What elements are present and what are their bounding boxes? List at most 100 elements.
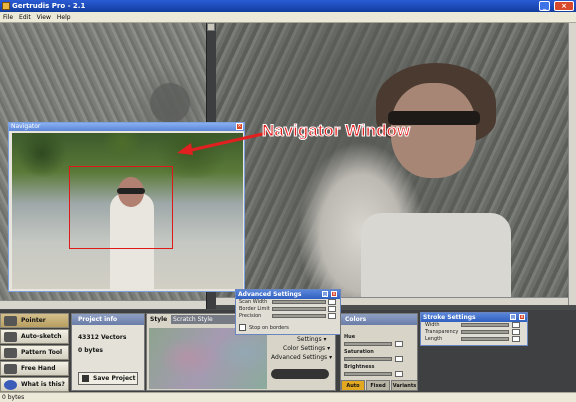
tool-label: What is this? — [21, 381, 65, 388]
scan-width-label: Scan Width — [239, 299, 268, 305]
tool-pointer[interactable]: Pointer — [0, 313, 69, 328]
menu-edit[interactable]: Edit — [16, 12, 34, 23]
pattern-icon — [4, 348, 17, 358]
close-icon[interactable]: × — [519, 314, 525, 320]
precision-label: Precision — [239, 313, 262, 319]
menu-bar: File Edit View Help — [0, 12, 576, 23]
save-icon — [82, 375, 89, 382]
style-label: Style — [150, 316, 168, 323]
stroke-settings-title: Stroke Settings — [423, 314, 476, 321]
saturation-label: Saturation — [344, 349, 374, 355]
width-value[interactable] — [512, 322, 520, 328]
tool-label: Pattern Tool — [21, 349, 63, 356]
project-info-panel: Project info 43312 Vectors 0 bytes Save … — [71, 313, 145, 391]
vector-count: 43312 Vectors — [78, 334, 127, 341]
minimize-icon[interactable]: _ — [322, 291, 328, 297]
left-hscrollbar[interactable] — [0, 300, 213, 309]
tool-pattern[interactable]: Pattern Tool — [0, 345, 69, 360]
advanced-settings-header[interactable]: Advanced Settings _ × — [236, 290, 340, 299]
length-value[interactable] — [512, 336, 520, 342]
app-icon — [2, 2, 10, 10]
tool-label: Free Hand — [21, 365, 56, 372]
style-select[interactable]: Scratch Style — [171, 315, 237, 324]
question-icon — [4, 380, 17, 390]
stroke-preview — [271, 369, 329, 379]
menu-help[interactable]: Help — [54, 12, 74, 23]
save-label: Save Project — [93, 375, 136, 382]
status-text: 0 bytes — [2, 394, 25, 401]
saturation-slider[interactable] — [344, 357, 392, 361]
minimize-icon[interactable]: _ — [510, 314, 516, 320]
chevron-down-icon: ▾ — [329, 354, 333, 361]
colors-panel: Colors Hue Saturation Brightness Auto Fi… — [340, 313, 418, 391]
window-title: Gertrudis Pro - 2.1 — [12, 2, 86, 10]
advanced-settings-menu[interactable]: Advanced Settings ▾ — [271, 354, 332, 361]
saturation-value[interactable] — [395, 356, 403, 362]
brightness-value[interactable] — [395, 371, 403, 377]
scan-width-value[interactable] — [328, 299, 336, 305]
scan-width-slider[interactable] — [272, 300, 326, 304]
transparency-label: Transparency — [425, 329, 459, 335]
splitter-knob[interactable] — [207, 23, 215, 31]
stroke-settings-window[interactable]: Stroke Settings _ × Width Transparency L… — [420, 312, 528, 346]
brightness-slider[interactable] — [344, 372, 392, 376]
painting-canvas[interactable] — [216, 23, 576, 305]
stroke-settings-header[interactable]: Stroke Settings _ × — [421, 313, 527, 322]
color-settings-label: Color Settings — [283, 345, 326, 352]
navigator-title: Navigator — [11, 123, 41, 130]
tool-label: Pointer — [21, 317, 46, 324]
precision-value[interactable] — [328, 313, 336, 319]
tool-help[interactable]: What is this? — [0, 377, 69, 392]
status-bar: 0 bytes — [0, 392, 576, 402]
colors-title: Colors — [341, 314, 417, 325]
tool-auto-sketch[interactable]: Auto-sketch Too — [0, 329, 69, 353]
menu-view[interactable]: View — [34, 12, 54, 23]
hue-slider[interactable] — [344, 342, 392, 346]
hue-value[interactable] — [395, 341, 403, 347]
width-slider[interactable] — [461, 323, 509, 327]
blurred-figure — [150, 83, 190, 123]
chevron-down-icon: ▾ — [323, 336, 327, 343]
save-project-button[interactable]: Save Project — [78, 372, 138, 385]
tool-free-hand[interactable]: Free Hand — [0, 361, 69, 376]
border-limit-value[interactable] — [328, 306, 336, 312]
byte-count: 0 bytes — [78, 347, 103, 354]
border-limit-slider[interactable] — [272, 307, 326, 311]
advanced-settings-window[interactable]: Advanced Settings _ × Scan Width Border … — [235, 289, 341, 335]
title-bar: Gertrudis Pro - 2.1 _ × — [0, 0, 576, 12]
settings-label: Settings — [297, 336, 322, 343]
width-label: Width — [425, 322, 440, 328]
transparency-slider[interactable] — [461, 330, 509, 334]
right-vscrollbar[interactable] — [568, 23, 576, 305]
free-hand-icon — [4, 364, 17, 374]
minimize-button[interactable]: _ — [539, 1, 550, 11]
menu-file[interactable]: File — [0, 12, 16, 23]
transparency-value[interactable] — [512, 329, 520, 335]
project-info-title: Project info — [72, 314, 144, 325]
auto-sketch-icon — [4, 332, 17, 342]
annotation-arrow-icon — [177, 131, 268, 155]
border-limit-label: Border Limit — [239, 306, 270, 312]
tab-variants[interactable]: Variants — [391, 380, 418, 391]
length-slider[interactable] — [461, 337, 509, 341]
precision-slider[interactable] — [272, 314, 326, 318]
viewport-rectangle[interactable] — [69, 166, 173, 249]
advanced-settings-title: Advanced Settings — [238, 291, 302, 298]
close-icon[interactable]: × — [331, 291, 337, 297]
style-preview — [149, 328, 267, 389]
close-button[interactable]: × — [554, 1, 574, 11]
chevron-down-icon: ▾ — [327, 345, 331, 352]
advanced-settings-label: Advanced Settings — [271, 354, 328, 361]
color-settings-menu[interactable]: Color Settings ▾ — [283, 345, 330, 352]
annotation-label: Navigator Window — [261, 121, 411, 141]
stop-on-borders-label: Stop on borders — [249, 325, 289, 331]
settings-menu[interactable]: Settings ▾ — [297, 336, 327, 343]
length-label: Length — [425, 336, 443, 342]
tab-fixed[interactable]: Fixed — [366, 380, 390, 391]
painting-body — [361, 213, 511, 305]
brightness-label: Brightness — [344, 364, 375, 370]
pointer-icon — [4, 316, 17, 326]
stop-on-borders-checkbox[interactable] — [239, 324, 246, 331]
hue-label: Hue — [344, 334, 356, 340]
tab-auto[interactable]: Auto — [341, 380, 365, 391]
